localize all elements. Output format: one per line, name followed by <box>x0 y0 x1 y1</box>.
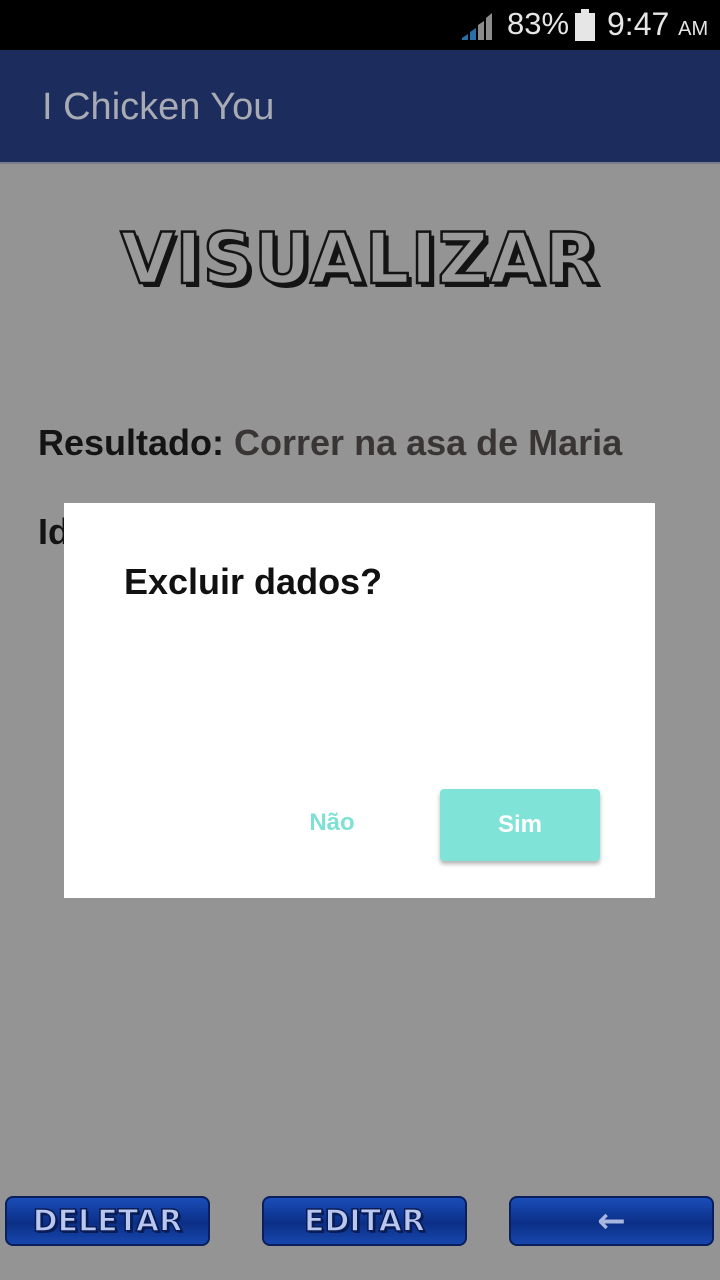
clock-ampm: AM <box>678 18 709 40</box>
confirm-button[interactable]: Sim <box>440 789 600 861</box>
status-bar: 83% 9:47 AM <box>0 0 720 50</box>
field-resultado-value: Correr na asa de Maria <box>234 422 623 463</box>
clock: 9:47 AM <box>607 6 708 43</box>
battery-icon <box>575 9 595 41</box>
dialog-title: Excluir dados? <box>124 561 383 602</box>
page-title: VISUALIZAR <box>119 217 600 302</box>
clock-time: 9:47 <box>607 6 670 42</box>
confirm-dialog: Excluir dados? Não Sim <box>64 503 655 898</box>
cancel-button[interactable]: Não <box>282 793 382 853</box>
battery-percent: 83% <box>507 6 570 41</box>
edit-button[interactable]: EDITAR <box>262 1196 467 1246</box>
delete-button[interactable]: DELETAR <box>5 1196 210 1246</box>
field-resultado-label: Resultado: <box>38 422 225 463</box>
signal-icon <box>462 13 492 40</box>
back-button[interactable]: ← <box>509 1196 714 1246</box>
app-title: I Chicken You <box>42 86 275 128</box>
field-resultado: Resultado: Correr na asa de Maria <box>38 422 622 464</box>
action-bar: I Chicken You <box>0 50 720 164</box>
back-arrow-icon: ← <box>597 1201 626 1241</box>
